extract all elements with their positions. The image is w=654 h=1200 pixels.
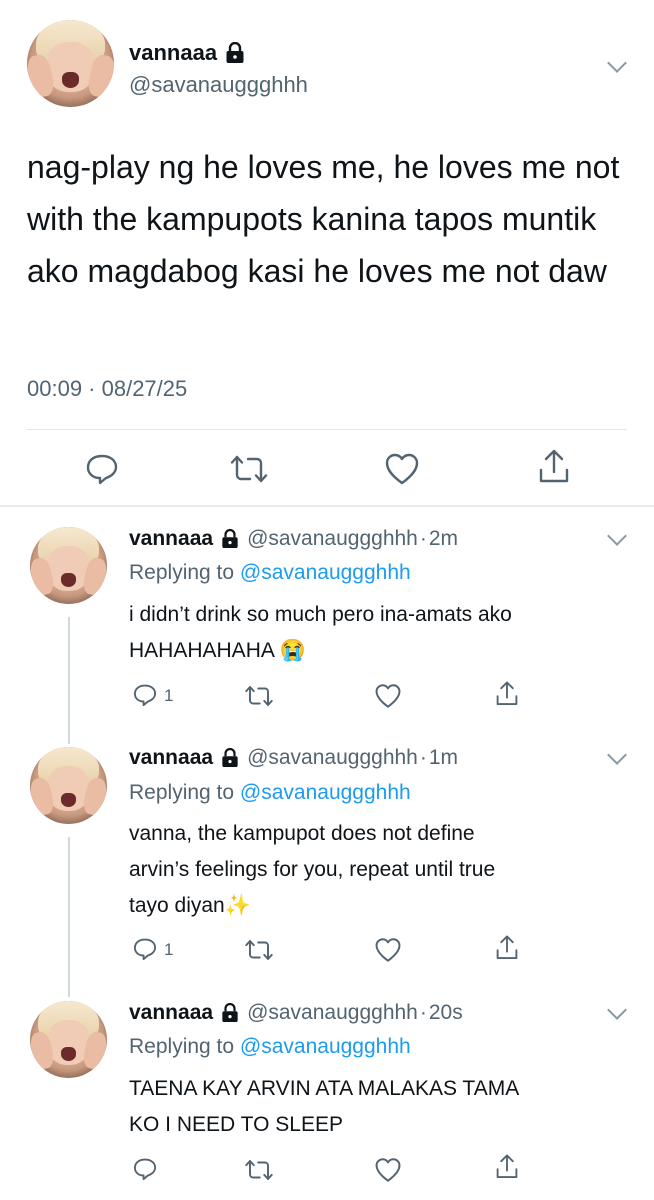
tweet-text: TAENA KAY ARVIN ATA MALAKAS TAMA KO I NE…	[129, 1071, 634, 1143]
author-name[interactable]: vannaaa @savanauggghhh · 1m	[129, 746, 458, 770]
tweet-text-line: arvin’s feelings for you, repeat until t…	[129, 858, 496, 881]
separator-dot: ·	[419, 746, 427, 769]
reply-count: 1	[164, 940, 174, 959]
tweet-text: nag-play ng he loves me, he loves me not…	[27, 149, 620, 289]
author-name-text[interactable]: vannaaa	[129, 746, 213, 770]
replying-to: Replying to @savanauggghhh	[129, 781, 411, 805]
reply-icon[interactable]	[132, 1156, 158, 1182]
reply-icon[interactable]	[132, 682, 158, 708]
lock-icon	[222, 748, 238, 767]
share-icon[interactable]	[494, 934, 520, 962]
lock-icon	[222, 529, 238, 548]
avatar[interactable]	[30, 747, 107, 824]
author-name[interactable]: vannaaa @savanauggghhh · 2m	[129, 527, 458, 551]
tweet-text-line: tayo diyan✨	[129, 894, 251, 917]
tweet-text-line: HAHAHAHAHA 😭	[129, 639, 306, 662]
tweet-text: i didn’t drink so much pero ina-amats ak…	[129, 597, 634, 669]
replying-to: Replying to @savanauggghhh	[129, 1035, 411, 1059]
tweet-time[interactable]: 1m	[429, 746, 458, 770]
share-icon[interactable]	[536, 448, 572, 486]
tweet-time[interactable]: 2m	[429, 527, 458, 551]
author-handle[interactable]: @savanauggghhh	[247, 1001, 418, 1025]
chevron-down-icon[interactable]	[607, 745, 627, 765]
retweet-icon[interactable]	[229, 453, 269, 485]
chevron-down-icon[interactable]	[607, 53, 627, 73]
lock-icon	[222, 1003, 238, 1022]
like-icon[interactable]	[374, 683, 402, 709]
replying-to-link[interactable]: @savanauggghhh	[240, 1035, 411, 1058]
retweet-icon[interactable]	[244, 1158, 274, 1182]
reply-icon[interactable]	[84, 451, 120, 487]
share-icon[interactable]	[494, 680, 520, 708]
author-name[interactable]: vannaaa @savanauggghhh · 20s	[129, 1001, 463, 1025]
thread-line	[68, 837, 70, 997]
avatar[interactable]	[27, 20, 114, 107]
separator-dot: ·	[419, 527, 427, 550]
divider	[27, 429, 627, 430]
replying-to: Replying to @savanauggghhh	[129, 561, 411, 585]
author-name-text[interactable]: vannaaa	[129, 1001, 213, 1025]
retweet-icon[interactable]	[244, 938, 274, 962]
like-icon[interactable]	[374, 937, 402, 963]
author-name-text[interactable]: vannaaa	[129, 40, 217, 66]
like-icon[interactable]	[384, 452, 420, 486]
tweet-text-line: i didn’t drink so much pero ina-amats ak…	[129, 603, 512, 626]
share-icon[interactable]	[494, 1153, 520, 1181]
like-icon[interactable]	[374, 1157, 402, 1183]
tweet-text-line: KO I NEED TO SLEEP	[129, 1113, 343, 1136]
tweet-timestamp[interactable]: 00:09 · 08/27/25	[27, 376, 187, 402]
replying-to-link[interactable]: @savanauggghhh	[240, 561, 411, 584]
avatar[interactable]	[30, 1001, 107, 1078]
replying-prefix: Replying to	[129, 561, 235, 584]
author-handle[interactable]: @savanauggghhh	[247, 746, 418, 770]
thread-line	[68, 617, 70, 744]
avatar[interactable]	[30, 527, 107, 604]
reply-count: 1	[164, 686, 174, 705]
main-tweet: vannaaa @savanauggghhh nag-play ng he lo…	[0, 0, 654, 505]
replying-prefix: Replying to	[129, 1035, 235, 1058]
tweet-text: vanna, the kampupot does not define arvi…	[129, 816, 634, 924]
tweet-text-line: TAENA KAY ARVIN ATA MALAKAS TAMA	[129, 1077, 520, 1100]
author-handle[interactable]: @savanauggghhh	[247, 527, 418, 551]
author-name[interactable]: vannaaa	[129, 40, 245, 66]
divider	[0, 505, 654, 507]
chevron-down-icon[interactable]	[607, 526, 627, 546]
replying-prefix: Replying to	[129, 781, 235, 804]
tweet-text-line: vanna, the kampupot does not define	[129, 822, 475, 845]
tweet-time[interactable]: 20s	[429, 1001, 463, 1025]
author-name-text[interactable]: vannaaa	[129, 527, 213, 551]
chevron-down-icon[interactable]	[607, 1000, 627, 1020]
replying-to-link[interactable]: @savanauggghhh	[240, 781, 411, 804]
lock-icon	[226, 42, 244, 63]
author-handle[interactable]: @savanauggghhh	[129, 72, 308, 98]
separator-dot: ·	[419, 1001, 427, 1024]
retweet-icon[interactable]	[244, 684, 274, 708]
reply-icon[interactable]	[132, 936, 158, 962]
